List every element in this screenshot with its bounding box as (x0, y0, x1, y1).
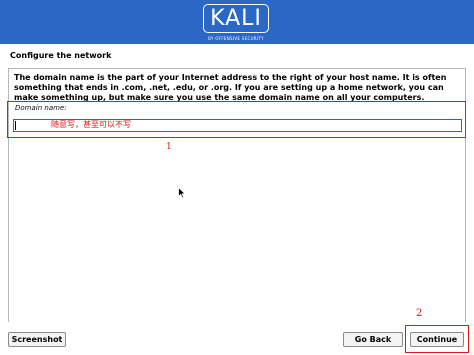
page-description: The domain name is the part of your Inte… (14, 73, 447, 102)
handwritten-note: 随意写，甚至可以不写 (51, 120, 131, 129)
kali-logo: KALI (203, 4, 269, 33)
header-banner: KALI BY OFFENSIVE SECURITY (0, 0, 474, 44)
annotation-marker-2: 2 (416, 308, 423, 319)
text-caret (15, 121, 16, 130)
mouse-pointer-icon (178, 187, 186, 199)
screenshot-button[interactable]: Screenshot (8, 332, 66, 347)
go-back-button[interactable]: Go Back (343, 332, 403, 347)
domain-name-label: Domain name: (15, 104, 67, 112)
page-title: Configure the network (10, 51, 112, 60)
logo-subtext: BY OFFENSIVE SECURITY (208, 36, 264, 41)
logo-text: KALI (210, 6, 262, 31)
continue-button[interactable]: Continue (410, 332, 464, 347)
annotation-marker-1: 1 (166, 142, 172, 152)
